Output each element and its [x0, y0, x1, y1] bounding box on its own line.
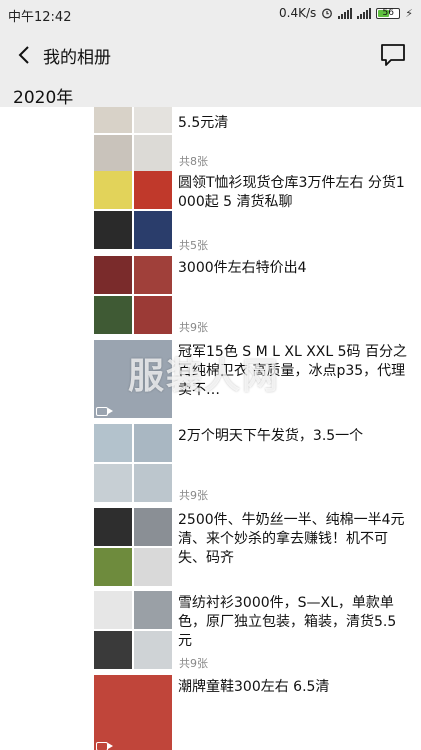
entry-caption: 雪纺衬衫3000件，S—XL，单款单色，原厂独立包装，箱装，清货5.5元: [178, 595, 397, 649]
status-indicators: 0.4K/s 56 ⚡: [279, 6, 413, 20]
photo-count: 共9张: [179, 489, 208, 502]
album-feed[interactable]: 5.5元清共8张圆领T恤衫现货仓库3万件左右 分货1000起 5 清货私聊共5张…: [0, 107, 421, 750]
status-time: 中午12:42: [8, 10, 72, 25]
entry-caption: 圆领T恤衫现货仓库3万件左右 分货1000起 5 清货私聊: [178, 175, 405, 210]
signal-4g-icon: [338, 7, 353, 19]
battery-icon: 56: [376, 7, 401, 19]
entry-caption: 2万个明天下午发货，3.5一个: [178, 428, 364, 444]
entry-caption: 2500件、牛奶丝一半、纯棉一半4元清、来个妙杀的拿去赚钱！机不可失、码齐: [178, 512, 405, 566]
entry-caption: 5.5元清: [178, 115, 229, 131]
entry-thumbnail[interactable]: [94, 424, 172, 502]
entry-thumbnail[interactable]: [94, 508, 172, 586]
entry-caption: 潮牌童鞋300左右 6.5清: [178, 679, 330, 695]
thumbnail-photo: [94, 508, 132, 546]
thumbnail-photo: [94, 211, 132, 249]
thumbnail-photo: [94, 256, 132, 294]
top-bar: 我的相册: [0, 30, 421, 80]
signal-icon: [357, 7, 372, 19]
entry-thumbnail[interactable]: [94, 591, 172, 669]
thumbnail-photo: [134, 631, 172, 669]
network-speed: 0.4K/s: [279, 6, 317, 20]
thumbnail-photo: [134, 256, 172, 294]
thumbnail-photo: [134, 548, 172, 586]
entry-thumbnail[interactable]: [94, 171, 172, 249]
thumbnail-photo: [94, 296, 132, 334]
photo-count: 共8张: [179, 155, 208, 168]
battery-level: 56: [382, 7, 394, 18]
thumbnail-photo: [94, 135, 132, 173]
thumbnail-photo: [94, 591, 132, 629]
thumbnail-photo: [134, 211, 172, 249]
photo-count: 共9张: [179, 657, 208, 670]
status-bar: 中午12:42 0.4K/s 56 ⚡: [0, 0, 421, 30]
thumbnail-photo: [134, 508, 172, 546]
entry-thumbnail[interactable]: [94, 675, 172, 750]
video-icon: [96, 407, 113, 416]
entry-caption: 冠军15色 S M L XL XXL 5码 百分之百纯棉卫衣 高质量，冰点p35…: [178, 344, 408, 398]
thumbnail-photo: [134, 296, 172, 334]
page-title: 我的相册: [43, 48, 111, 68]
thumbnail-photo: [94, 464, 132, 502]
thumbnail-photo: [94, 424, 132, 462]
entry-thumbnail[interactable]: [94, 256, 172, 334]
thumbnail-photo: [94, 631, 132, 669]
entry-thumbnail[interactable]: [94, 340, 172, 418]
photo-count: 共5张: [179, 239, 208, 252]
chevron-left-icon: [18, 46, 29, 64]
thumbnail-photo: [94, 171, 132, 209]
entry-thumbnail[interactable]: [94, 107, 172, 173]
year-label: 2020年: [13, 88, 74, 108]
alarm-icon: [322, 8, 333, 19]
thumbnail-photo: [134, 107, 172, 133]
thumbnail-photo: [134, 424, 172, 462]
back-button[interactable]: [10, 40, 38, 70]
thumbnail-photo: [134, 591, 172, 629]
messages-button[interactable]: [379, 41, 407, 69]
photo-count: 共9张: [179, 321, 208, 334]
thumbnail-photo: [94, 548, 132, 586]
entry-caption: 3000件左右特价出4: [178, 260, 307, 276]
thumbnail-photo: [134, 464, 172, 502]
year-header: 2020年: [0, 80, 421, 108]
thumbnail-photo: [134, 171, 172, 209]
thumbnail-photo: [94, 107, 132, 133]
video-icon: [96, 742, 113, 750]
charging-icon: ⚡: [405, 6, 413, 20]
message-square-icon: [381, 44, 405, 66]
thumbnail-photo: [94, 675, 172, 750]
thumbnail-photo: [134, 135, 172, 173]
